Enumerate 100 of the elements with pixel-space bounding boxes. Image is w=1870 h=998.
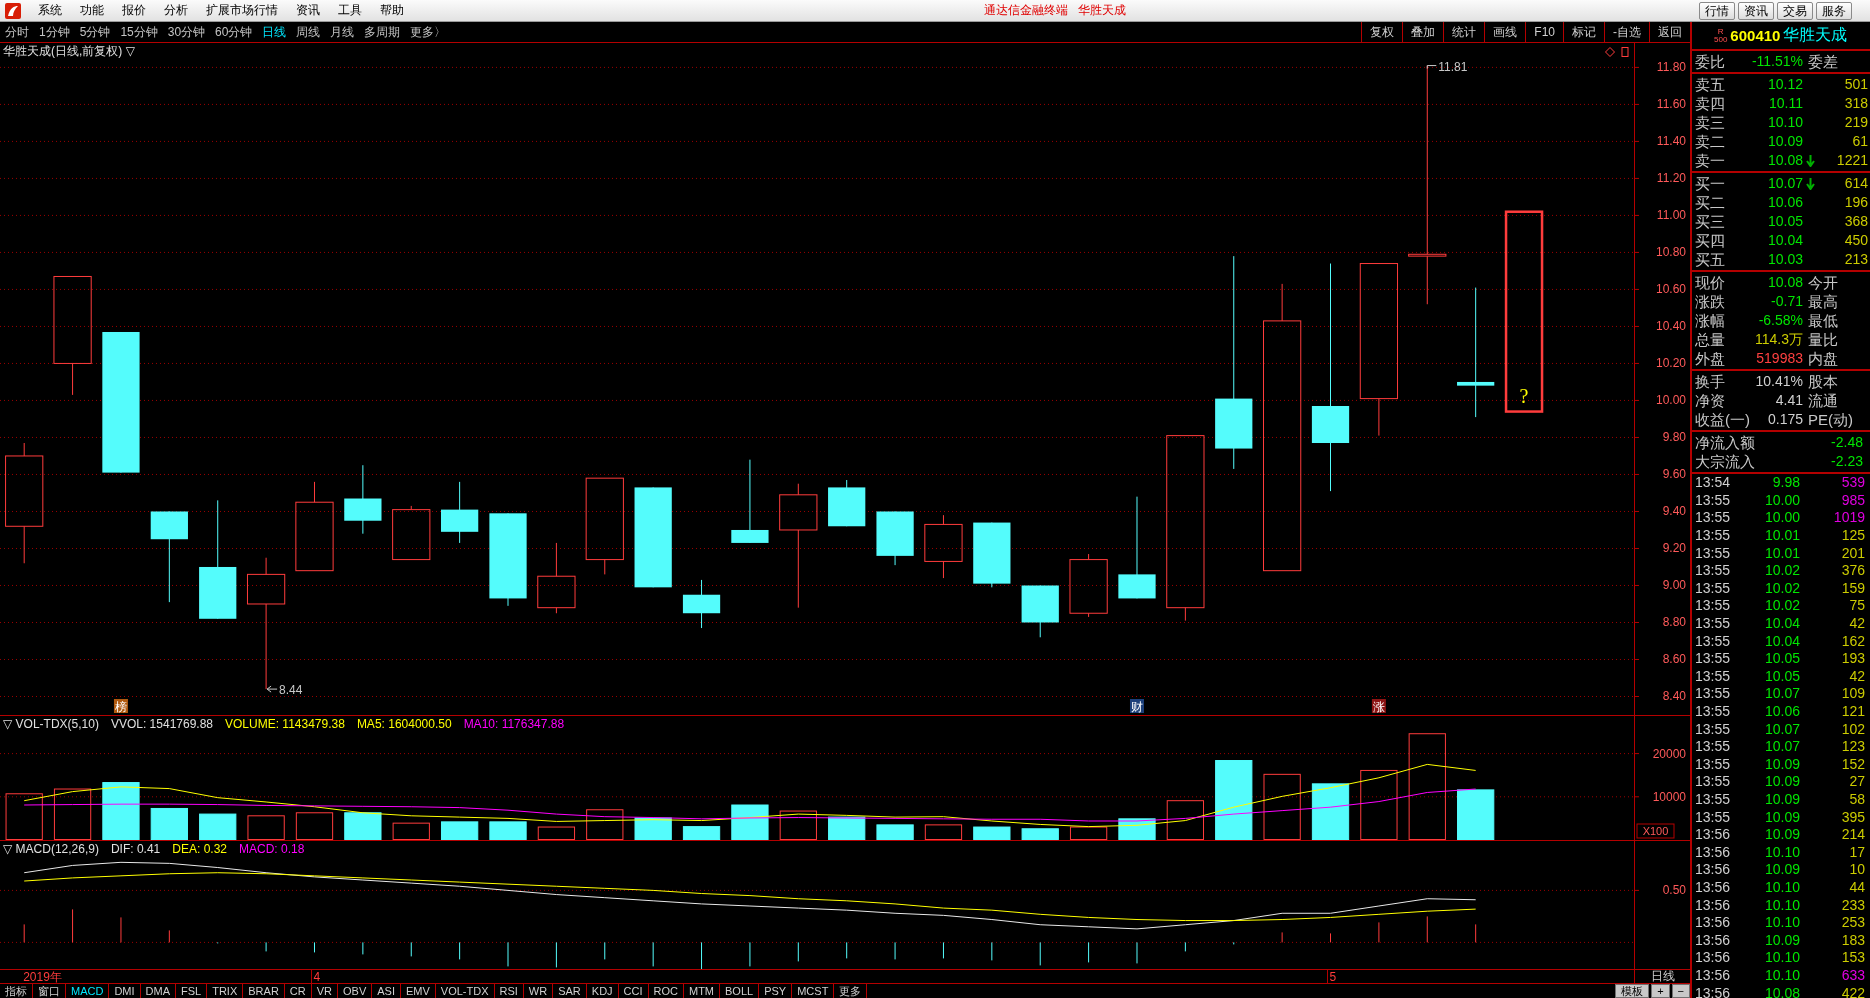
indicator-tab[interactable]: PSY — [759, 984, 793, 998]
volume-bar — [779, 810, 817, 840]
period-tab[interactable]: 1分钟 — [34, 22, 75, 42]
quote-value: -6.58% — [1757, 312, 1803, 329]
event-tag[interactable]: 财 — [1130, 699, 1144, 714]
question-mark-label: ? — [1519, 384, 1529, 407]
trade-time: 13:55 — [1695, 791, 1732, 808]
trade-price: 10.02 — [1763, 597, 1800, 615]
trade-volume: 253 — [1840, 914, 1865, 932]
period-tab[interactable]: 分时 — [0, 22, 34, 42]
template-button[interactable]: + — [1651, 984, 1670, 998]
indicator-tab[interactable]: CR — [284, 984, 312, 998]
top-nav-button[interactable]: 服务 — [1816, 1, 1852, 20]
indicator-tab[interactable]: OBV — [338, 984, 373, 998]
indicator-tab[interactable]: ROC — [648, 984, 684, 998]
trade-volume: 1019 — [1832, 509, 1865, 527]
trade-price: 10.08 — [1763, 984, 1800, 998]
trade-time: 13:56 — [1695, 861, 1732, 879]
indicator-tab[interactable]: KDJ — [586, 984, 619, 998]
trade-price: 10.00 — [1763, 509, 1800, 527]
indicator-tab[interactable]: CCI — [618, 984, 649, 998]
toolbar-button[interactable]: 标记 — [1563, 22, 1604, 42]
high-price-label: 11.81 — [1438, 60, 1468, 74]
menu-item[interactable]: 报价 — [113, 2, 155, 19]
indicator-tab[interactable]: RSI — [494, 984, 524, 998]
period-tab[interactable]: 5分钟 — [74, 22, 116, 42]
indicator-tab[interactable]: DMA — [140, 984, 176, 998]
quote-label: 内盘 — [1807, 350, 1839, 367]
indicator-tab[interactable]: TRIX — [207, 984, 244, 998]
indicator-tab[interactable]: 窗口 — [33, 984, 66, 998]
event-tag[interactable]: 涨 — [1371, 699, 1386, 714]
stock-title: 华胜天成 — [1077, 2, 1126, 19]
quote-value: -0.71 — [1770, 293, 1803, 310]
trade-time: 13:56 — [1695, 914, 1732, 932]
trade-volume: 233 — [1840, 896, 1865, 914]
indicator-tab[interactable]: 更多 — [834, 984, 868, 998]
period-tab[interactable]: 日线 — [257, 22, 292, 42]
toolbar-button[interactable]: F10 — [1525, 22, 1563, 42]
menu-item[interactable]: 扩展市场行情 — [197, 2, 287, 19]
indicator-tab[interactable]: VOL-TDX — [435, 984, 495, 998]
top-nav-button[interactable]: 资讯 — [1738, 1, 1774, 20]
volume-bar — [1457, 789, 1495, 840]
toolbar-button[interactable]: 返回 — [1649, 22, 1690, 42]
order-volume: 213 — [1843, 251, 1868, 268]
period-tab[interactable]: 30分钟 — [162, 22, 211, 42]
order-level-label: 卖三 — [1695, 114, 1726, 131]
period-tab[interactable]: 15分钟 — [115, 22, 163, 42]
toolbar-button[interactable]: 画线 — [1484, 22, 1526, 42]
menu-item[interactable]: 分析 — [155, 2, 197, 19]
trade-volume: 162 — [1840, 632, 1865, 650]
indicator-tab[interactable]: SAR — [553, 984, 587, 998]
period-tab[interactable]: 更多〉 — [405, 22, 452, 42]
menu-item[interactable]: 系统 — [29, 2, 71, 19]
indicator-tab[interactable]: ASI — [372, 984, 401, 998]
indicator-tab[interactable]: MACD — [66, 984, 110, 998]
period-tab[interactable]: 多周期 — [359, 22, 406, 42]
indicator-readout: VOLUME: 1143479.38 — [225, 717, 345, 731]
volume-bar — [247, 815, 285, 840]
volume-bar — [924, 824, 963, 840]
template-button[interactable]: − — [1671, 984, 1690, 998]
trade-price: 10.10 — [1763, 896, 1800, 914]
trade-price: 10.01 — [1763, 544, 1800, 562]
toolbar-button[interactable]: 统计 — [1443, 22, 1485, 42]
indicator-tab[interactable]: WR — [523, 984, 554, 998]
template-button[interactable]: 模板 — [1615, 984, 1650, 998]
flow-label: 大宗流入 — [1695, 453, 1756, 470]
trade-price: 10.07 — [1763, 738, 1800, 756]
indicator-tab[interactable]: 指标 — [0, 984, 33, 998]
indicator-tab[interactable]: MCST — [792, 984, 835, 998]
toolbar-button[interactable]: -自选 — [1604, 22, 1649, 42]
trade-time: 13:56 — [1695, 931, 1732, 949]
quote-label: 收益(一) — [1695, 411, 1750, 428]
menu-item[interactable]: 资讯 — [287, 2, 329, 19]
toolbar-button[interactable]: 复权 — [1361, 22, 1403, 42]
indicator-tab[interactable]: BRAR — [243, 984, 285, 998]
trade-price: 9.98 — [1771, 474, 1800, 492]
quote-value: 114.3万 — [1754, 331, 1803, 348]
period-tab[interactable]: 月线 — [325, 22, 360, 42]
menu-item[interactable]: 功能 — [71, 2, 113, 19]
indicator-tab[interactable]: VR — [311, 984, 338, 998]
indicator-tab[interactable]: DMI — [109, 984, 141, 998]
trade-volume: 10 — [1848, 861, 1865, 879]
trade-time: 13:56 — [1695, 843, 1732, 861]
top-nav-button[interactable]: 行情 — [1699, 1, 1735, 20]
indicator-tab[interactable]: EMV — [400, 984, 436, 998]
y-axis-label: 11.60 — [1656, 97, 1686, 112]
period-tab[interactable]: 60分钟 — [210, 22, 258, 42]
trade-time: 13:56 — [1695, 966, 1732, 984]
top-nav-button[interactable]: 交易 — [1777, 1, 1813, 20]
indicator-tab[interactable]: MTM — [684, 984, 721, 998]
trade-price: 10.05 — [1763, 650, 1800, 668]
indicator-tab[interactable]: FSL — [176, 984, 208, 998]
trade-price: 10.01 — [1763, 527, 1800, 545]
period-tab[interactable]: 周线 — [291, 22, 326, 42]
event-tag[interactable]: 榜 — [113, 699, 128, 714]
rectangle-icon[interactable] — [1620, 46, 1630, 57]
menu-item[interactable]: 帮助 — [371, 2, 413, 19]
indicator-tab[interactable]: BOLL — [720, 984, 760, 998]
menu-item[interactable]: 工具 — [329, 2, 371, 19]
toolbar-button[interactable]: 叠加 — [1402, 22, 1444, 42]
